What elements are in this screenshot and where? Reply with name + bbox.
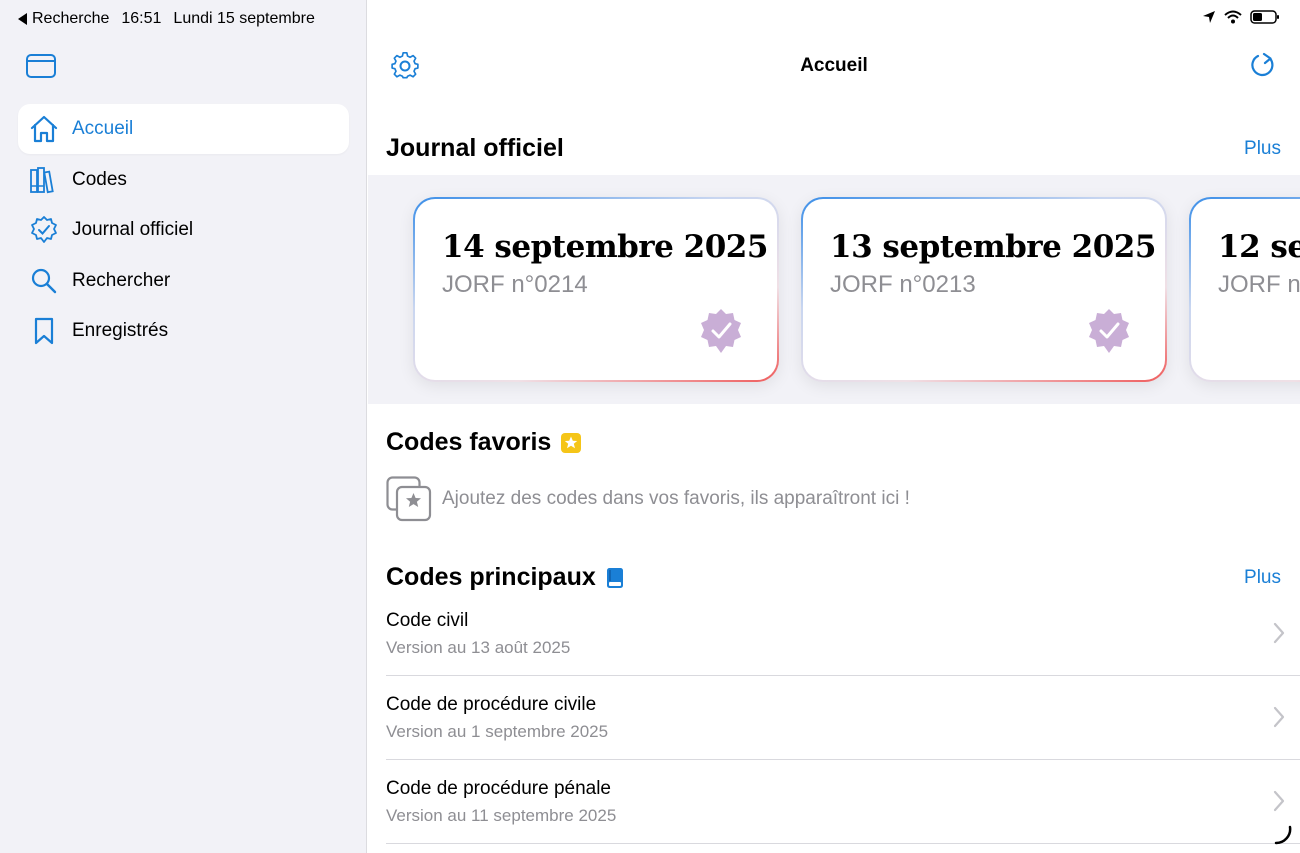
journal-section-title: Journal officiel [386, 134, 564, 162]
code-version: Version au 11 septembre 2025 [386, 806, 617, 825]
code-version: Version au 13 août 2025 [386, 638, 571, 657]
journal-card[interactable]: 13 septembre 2025 JORF n°0213 [801, 197, 1167, 382]
house-icon [28, 113, 60, 145]
star-badge-icon [561, 432, 582, 453]
favorites-section-title: Codes favoris [386, 428, 582, 457]
sidebar: Recherche 16:51 Lundi 15 septembre Accue… [0, 0, 367, 853]
sidebar-toggle-icon[interactable] [26, 54, 56, 78]
sidebar-item-label: Rechercher [72, 269, 171, 291]
journal-carousel[interactable]: 14 septembre 2025 JORF n°0214 13 septemb… [368, 175, 1300, 404]
favorites-placeholder-icon [386, 476, 432, 522]
journal-card[interactable]: 14 septembre 2025 JORF n°0214 [413, 197, 779, 382]
sidebar-item-accueil[interactable]: Accueil [18, 104, 349, 154]
page-title: Accueil [800, 55, 868, 76]
list-item[interactable]: Code civil Version au 13 août 2025 [386, 592, 1300, 676]
main-codes-list: Code civil Version au 13 août 2025 Code … [386, 592, 1300, 844]
status-date: Lundi 15 septembre [173, 10, 315, 27]
code-title: Code civil [386, 610, 469, 631]
battery-icon [1250, 10, 1279, 24]
status-time: 16:51 [121, 10, 162, 27]
main-codes-section-title: Codes principaux [386, 563, 624, 592]
journal-card-number: JORF n°0213 [830, 271, 976, 298]
list-item[interactable]: Code de procédure pénale Version au 11 s… [386, 760, 1300, 844]
code-version: Version au 1 septembre 2025 [386, 722, 609, 741]
seal-check-icon [28, 214, 60, 246]
refresh-icon [1251, 52, 1274, 77]
sidebar-item-rechercher[interactable]: Rechercher [18, 256, 349, 306]
back-triangle-icon [18, 13, 27, 25]
loading-spinner-icon [1274, 825, 1292, 845]
search-icon [28, 265, 60, 297]
chevron-right-icon [1273, 706, 1285, 728]
favorites-empty-text: Ajoutez des codes dans vos favoris, ils … [442, 488, 910, 509]
sidebar-item-codes[interactable]: Codes [18, 155, 349, 205]
back-app-label: Recherche [32, 10, 110, 27]
journal-more-link[interactable]: Plus [1244, 138, 1281, 160]
refresh-button[interactable] [1248, 51, 1278, 81]
location-arrow-icon [1203, 11, 1215, 23]
favorites-empty-state: Ajoutez des codes dans vos favoris, ils … [386, 476, 910, 522]
sidebar-item-label: Enregistrés [72, 320, 169, 341]
sidebar-item-label: Accueil [72, 118, 134, 139]
sidebar-item-journal-officiel[interactable]: Journal officiel [18, 205, 349, 255]
main-content: Accueil Journal officiel Plus 14 septemb… [368, 0, 1300, 853]
chevron-right-icon [1273, 622, 1285, 644]
status-bar-right [1202, 10, 1280, 24]
list-item[interactable]: Code de procédure civile Version au 1 se… [386, 676, 1300, 760]
journal-card-date: 13 septembre 2025 [830, 229, 1156, 265]
verified-badge-icon [701, 309, 741, 353]
journal-card-number: JORF n°0212 [1218, 271, 1300, 298]
wifi-icon [1224, 10, 1242, 24]
bookmark-icon [28, 315, 60, 347]
code-title: Code de procédure civile [386, 694, 597, 715]
code-title: Code de procédure pénale [386, 778, 612, 799]
journal-card[interactable]: 12 septembre 2025 JORF n°0212 [1189, 197, 1300, 382]
journal-card-number: JORF n°0214 [442, 271, 588, 298]
sidebar-item-enregistres[interactable]: Enregistrés [18, 306, 349, 356]
back-to-app[interactable]: Recherche [18, 10, 109, 28]
favorites-title-text: Codes favoris [386, 428, 552, 456]
status-bar-left: Recherche 16:51 Lundi 15 septembre [18, 10, 315, 28]
main-codes-more-link[interactable]: Plus [1244, 567, 1281, 589]
book-icon [606, 567, 623, 588]
verified-badge-icon [1089, 309, 1129, 353]
journal-card-date: 12 septembre 2025 [1218, 229, 1300, 265]
chevron-right-icon [1273, 790, 1285, 812]
journal-card-date: 14 septembre 2025 [442, 229, 768, 265]
sidebar-nav: Accueil Codes Journal officiel Recherche… [18, 104, 349, 357]
sidebar-item-label: Codes [72, 168, 127, 190]
main-codes-title-text: Codes principaux [386, 563, 596, 591]
sidebar-item-label: Journal officiel [72, 219, 194, 240]
books-icon [28, 164, 60, 196]
